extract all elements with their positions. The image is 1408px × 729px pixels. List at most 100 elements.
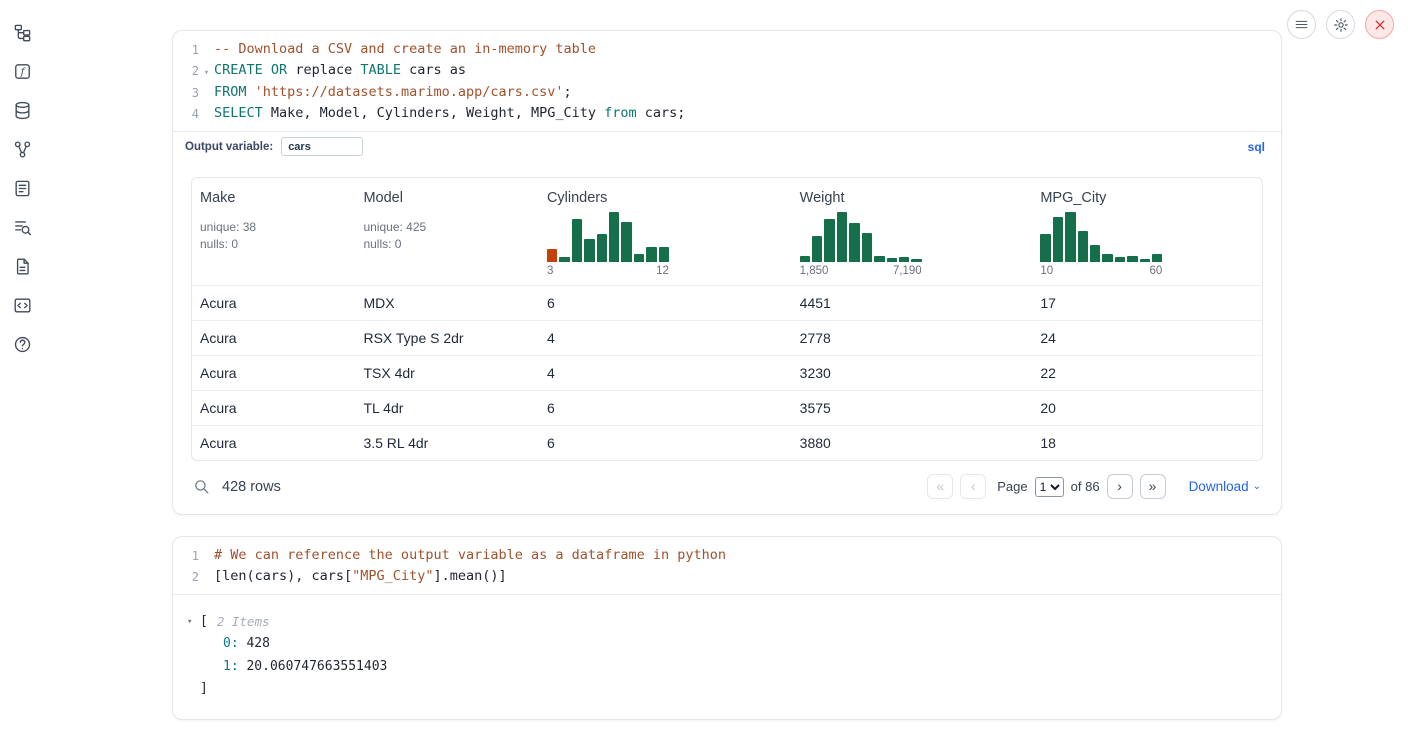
sidebar-button-database[interactable] xyxy=(10,98,34,122)
line-number: 1 xyxy=(173,40,199,61)
settings-button[interactable] xyxy=(1326,10,1355,39)
hamburger-icon xyxy=(1294,17,1309,32)
histogram-bar[interactable] xyxy=(1065,212,1075,262)
output-variable-input[interactable] xyxy=(281,137,363,156)
column-histogram: 312 xyxy=(547,210,669,277)
language-badge[interactable]: sql xyxy=(1248,140,1265,154)
chevron-down-icon[interactable]: ▾ xyxy=(187,611,200,633)
line-number: 2 xyxy=(173,61,199,84)
column-name[interactable]: MPG_City xyxy=(1040,190,1254,206)
table-cell: 4 xyxy=(539,321,792,356)
column-name[interactable]: Model xyxy=(363,190,531,206)
histogram-bar[interactable] xyxy=(659,247,669,262)
sidebar-button-scratchpad[interactable] xyxy=(10,176,34,200)
table-row[interactable]: AcuraTSX 4dr4323022 xyxy=(192,356,1262,391)
histogram-bar[interactable] xyxy=(1140,259,1150,262)
column-header-mpg_city[interactable]: MPG_City1060 xyxy=(1032,178,1262,286)
code-line[interactable]: 2[len(cars), cars["MPG_City"].mean()] xyxy=(173,567,1281,588)
first-page-button[interactable]: « xyxy=(927,474,953,499)
histogram-bar[interactable] xyxy=(887,258,897,262)
sidebar-button-function[interactable]: f xyxy=(10,59,34,83)
table-row[interactable]: AcuraMDX6445117 xyxy=(192,286,1262,321)
histogram-bar[interactable] xyxy=(1053,217,1063,262)
code-line[interactable]: 1# We can reference the output variable … xyxy=(173,546,1281,567)
histogram-bar[interactable] xyxy=(547,249,557,262)
histogram-bar[interactable] xyxy=(597,234,607,262)
tree-entry: 1: 20.060747663551403 xyxy=(187,656,1267,679)
histogram-bar[interactable] xyxy=(837,212,847,262)
sidebar-button-dependency-graph[interactable] xyxy=(10,137,34,161)
histogram-bar[interactable] xyxy=(1115,257,1125,262)
histogram-bar[interactable] xyxy=(800,256,810,262)
notebook-actions xyxy=(1287,10,1394,39)
histogram-bar[interactable] xyxy=(812,236,822,262)
column-header-weight[interactable]: Weight1,8507,190 xyxy=(792,178,1033,286)
column-name[interactable]: Cylinders xyxy=(547,190,784,206)
histogram-bar[interactable] xyxy=(824,219,834,262)
next-page-button[interactable]: › xyxy=(1107,474,1133,499)
histogram-bar[interactable] xyxy=(849,223,859,262)
python-editor[interactable]: 1# We can reference the output variable … xyxy=(173,537,1281,594)
sql-editor[interactable]: 1-- Download a CSV and create an in-memo… xyxy=(173,31,1281,131)
histogram[interactable] xyxy=(1040,210,1162,262)
histogram-bar[interactable] xyxy=(1127,256,1137,262)
code-line[interactable]: 3FROM 'https://datasets.marimo.app/cars.… xyxy=(173,83,1281,104)
axis-min-label: 1,850 xyxy=(800,265,829,277)
histogram-bar[interactable] xyxy=(1102,254,1112,262)
histogram-bar[interactable] xyxy=(1040,234,1050,262)
table-cell: 2778 xyxy=(792,321,1033,356)
code-line[interactable]: 2▾CREATE OR replace TABLE cars as xyxy=(173,61,1281,84)
prev-page-button[interactable]: ‹ xyxy=(960,474,986,499)
chevron-down-icon: ⌄ xyxy=(1253,481,1261,492)
histogram-bar[interactable] xyxy=(572,219,582,262)
column-header-model[interactable]: Modelunique: 425nulls: 0 xyxy=(355,178,539,286)
menu-button[interactable] xyxy=(1287,10,1316,39)
table-cell: 6 xyxy=(539,391,792,426)
histogram[interactable] xyxy=(800,210,922,262)
histogram-axis: 312 xyxy=(547,265,669,277)
code-line[interactable]: 1-- Download a CSV and create an in-memo… xyxy=(173,40,1281,61)
sidebar-button-snippets[interactable] xyxy=(10,293,34,317)
search-icon[interactable] xyxy=(193,478,210,495)
column-name[interactable]: Weight xyxy=(800,190,1025,206)
histogram-bar[interactable] xyxy=(609,212,619,262)
column-name[interactable]: Make xyxy=(200,190,347,206)
histogram-bar[interactable] xyxy=(584,239,594,262)
histogram-bar[interactable] xyxy=(899,257,909,262)
histogram-bar[interactable] xyxy=(911,259,921,262)
file-tree-icon xyxy=(13,23,32,42)
histogram-bar[interactable] xyxy=(634,254,644,262)
histogram-bar[interactable] xyxy=(1152,254,1162,262)
histogram-bar[interactable] xyxy=(862,233,872,262)
help-icon xyxy=(13,335,32,354)
code-text: CREATE OR replace TABLE cars as xyxy=(214,61,466,84)
tree-entry: 0: 428 xyxy=(187,633,1267,656)
column-header-make[interactable]: Makeunique: 38nulls: 0 xyxy=(192,178,355,286)
column-header-cylinders[interactable]: Cylinders 312 xyxy=(539,178,792,286)
histogram[interactable] xyxy=(547,210,669,262)
code-line[interactable]: 4SELECT Make, Model, Cylinders, Weight, … xyxy=(173,104,1281,125)
sidebar-button-logs[interactable] xyxy=(10,215,34,239)
table-cell: Acura xyxy=(192,356,355,391)
table-row[interactable]: AcuraTL 4dr6357520 xyxy=(192,391,1262,426)
histogram-bar[interactable] xyxy=(559,257,569,262)
download-button[interactable]: Download ⌄ xyxy=(1189,479,1261,494)
sidebar-button-help[interactable] xyxy=(10,332,34,356)
code-text: # We can reference the output variable a… xyxy=(214,546,726,567)
histogram-bar[interactable] xyxy=(646,247,656,262)
last-page-button[interactable]: » xyxy=(1140,474,1166,499)
histogram-bar[interactable] xyxy=(1078,231,1088,262)
scratchpad-icon xyxy=(13,179,32,198)
fold-chevron-icon[interactable]: ▾ xyxy=(199,61,214,84)
histogram-bar[interactable] xyxy=(1090,245,1100,262)
histogram-bar[interactable] xyxy=(621,222,631,262)
table-row[interactable]: AcuraRSX Type S 2dr4277824 xyxy=(192,321,1262,356)
table-row[interactable]: Acura3.5 RL 4dr6388018 xyxy=(192,426,1262,461)
page-select[interactable]: 1 xyxy=(1035,477,1064,497)
histogram-bar[interactable] xyxy=(874,256,884,262)
close-button[interactable] xyxy=(1365,10,1394,39)
page-total-label: of 86 xyxy=(1071,479,1100,494)
sidebar-button-file-tree[interactable] xyxy=(10,20,34,44)
tree-entry-key: 0: xyxy=(223,636,239,651)
sidebar-button-documentation[interactable] xyxy=(10,254,34,278)
